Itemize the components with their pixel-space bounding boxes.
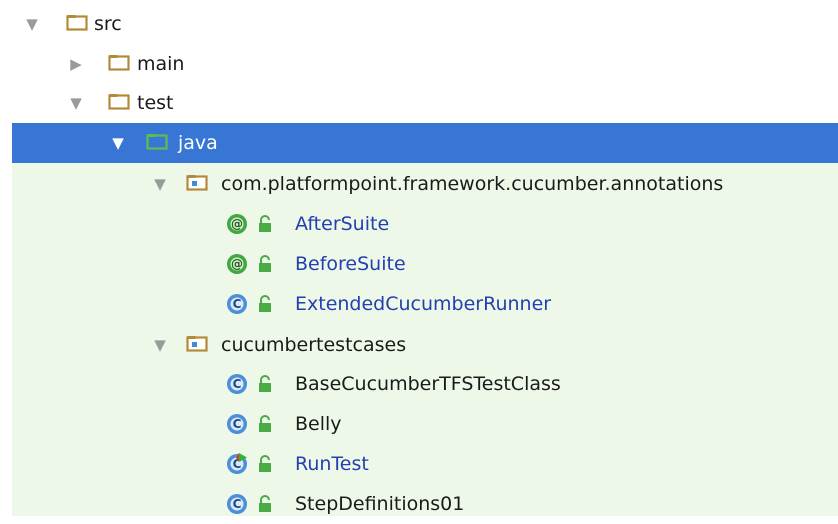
lock-icon [259,255,271,272]
class-icon: C [227,374,247,394]
svg-text:@: @ [231,217,243,231]
svg-text:C: C [233,417,242,431]
tree-node-beforesuite[interactable]: @ BeforeSuite [0,244,838,284]
svg-text:C: C [233,297,242,311]
lock-icon [259,495,271,512]
expanded-arrow-icon[interactable]: ▼ [22,14,42,34]
runnable-class-icon: C [227,453,247,474]
tree-node-label: main [137,53,185,75]
lock-icon [259,295,271,312]
test-source-folder-icon [146,134,168,150]
tree-node-label: ExtendedCucumberRunner [295,293,552,315]
tree-node-label: com.platformpoint.framework.cucumber.ann… [221,173,724,195]
tree-node-package-cucumbertestcases[interactable]: ▼ cucumbertestcases [0,325,838,365]
class-icon: C [227,294,247,314]
folder-icon [66,15,88,31]
tree-node-extendedcucumberrunner[interactable]: C ExtendedCucumberRunner [0,284,838,324]
tree-node-label: BaseCucumberTFSTestClass [295,373,561,395]
folder-icon [108,55,130,71]
tree-node-label: java [178,132,218,154]
tree-node-java[interactable]: ▼ java [0,123,838,163]
lock-icon [259,215,271,232]
expanded-arrow-icon[interactable]: ▼ [108,133,128,153]
project-tree: ▼ src ▶ main ▼ test ▼ java ▼ com.platfor… [0,0,838,516]
lock-icon [259,455,271,472]
lock-icon [259,375,271,392]
lock-icon [259,415,271,432]
svg-text:C: C [233,497,242,511]
tree-node-test[interactable]: ▼ test [0,83,838,123]
expanded-arrow-icon[interactable]: ▼ [150,335,170,355]
tree-node-label: AfterSuite [295,213,390,235]
tree-node-runtest[interactable]: C RunTest [0,444,838,484]
tree-node-aftersuite[interactable]: @ AfterSuite [0,204,838,244]
package-icon [186,336,208,352]
tree-node-label: test [137,92,174,114]
annotation-icon: @ [227,214,247,234]
tree-node-label: cucumbertestcases [221,334,407,356]
annotation-icon: @ [227,254,247,274]
tree-node-stepdefinitions01[interactable]: C StepDefinitions01 [0,484,838,524]
tree-node-package-annotations[interactable]: ▼ com.platformpoint.framework.cucumber.a… [0,164,838,204]
tree-node-basecucumbertfstestclass[interactable]: C BaseCucumberTFSTestClass [0,364,838,404]
expanded-arrow-icon[interactable]: ▼ [150,174,170,194]
folder-icon [108,94,130,110]
class-icon: C [227,494,247,514]
tree-node-label: src [94,13,122,35]
tree-node-label: RunTest [295,453,369,475]
svg-text:@: @ [231,257,243,271]
expanded-arrow-icon[interactable]: ▼ [66,93,86,113]
package-icon [186,175,208,191]
svg-text:C: C [233,377,242,391]
tree-node-belly[interactable]: C Belly [0,404,838,444]
tree-node-label: Belly [295,413,342,435]
selection-highlight [12,123,838,163]
tree-node-main[interactable]: ▶ main [0,44,838,84]
tree-node-label: StepDefinitions01 [295,493,465,515]
class-icon: C [227,414,247,434]
tree-node-label: BeforeSuite [295,253,406,275]
tree-node-src[interactable]: ▼ src [0,4,838,44]
collapsed-arrow-icon[interactable]: ▶ [66,54,86,74]
